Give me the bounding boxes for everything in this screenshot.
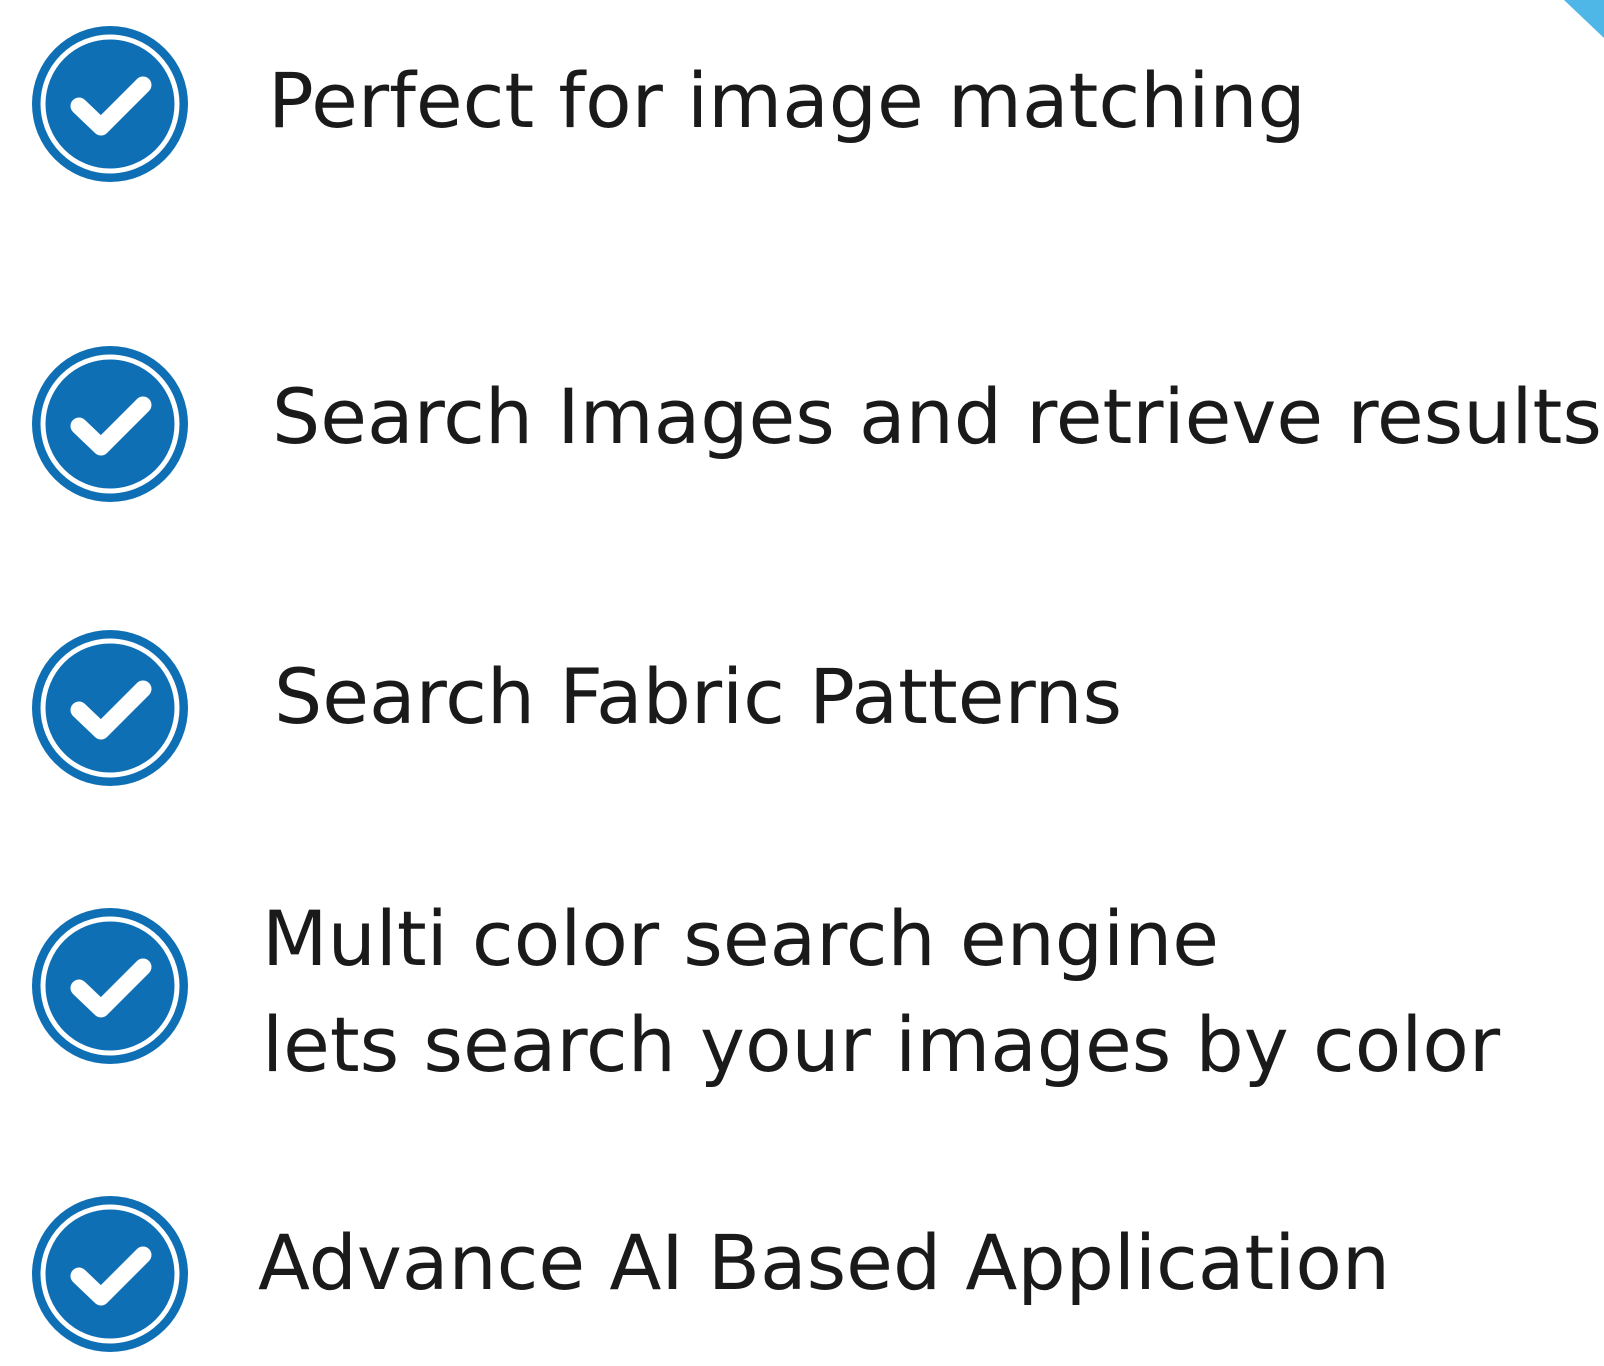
feature-label: Perfect for image matching [268, 48, 1306, 154]
feature-label: Search Images and retrieve results [272, 364, 1602, 470]
feature-label-line: Advance AI Based Application [258, 1218, 1390, 1307]
feature-item-ai-application: Advance AI Based Application [0, 1190, 1604, 1366]
check-circle-icon [26, 624, 194, 792]
feature-label-line: Perfect for image matching [268, 56, 1306, 145]
feature-label-line: Search Images and retrieve results [272, 372, 1602, 461]
feature-label: Search Fabric Patterns [274, 644, 1122, 750]
feature-item-fabric-patterns: Search Fabric Patterns [0, 624, 1604, 794]
feature-label-line: lets search your images by color [262, 1000, 1501, 1089]
feature-item-multi-color: Multi color search engine lets search yo… [0, 894, 1604, 1128]
feature-label: Multi color search engine lets search yo… [262, 886, 1500, 1098]
feature-label-line: Search Fabric Patterns [274, 652, 1123, 741]
feature-item-search-images: Search Images and retrieve results [0, 340, 1604, 510]
check-circle-icon [26, 340, 194, 508]
feature-label: Advance AI Based Application [258, 1210, 1390, 1316]
check-circle-icon [26, 20, 194, 188]
feature-item-image-matching: Perfect for image matching [0, 20, 1604, 190]
check-circle-icon [26, 902, 194, 1070]
check-circle-icon [26, 1190, 194, 1358]
feature-label-line: Multi color search engine [262, 894, 1220, 983]
